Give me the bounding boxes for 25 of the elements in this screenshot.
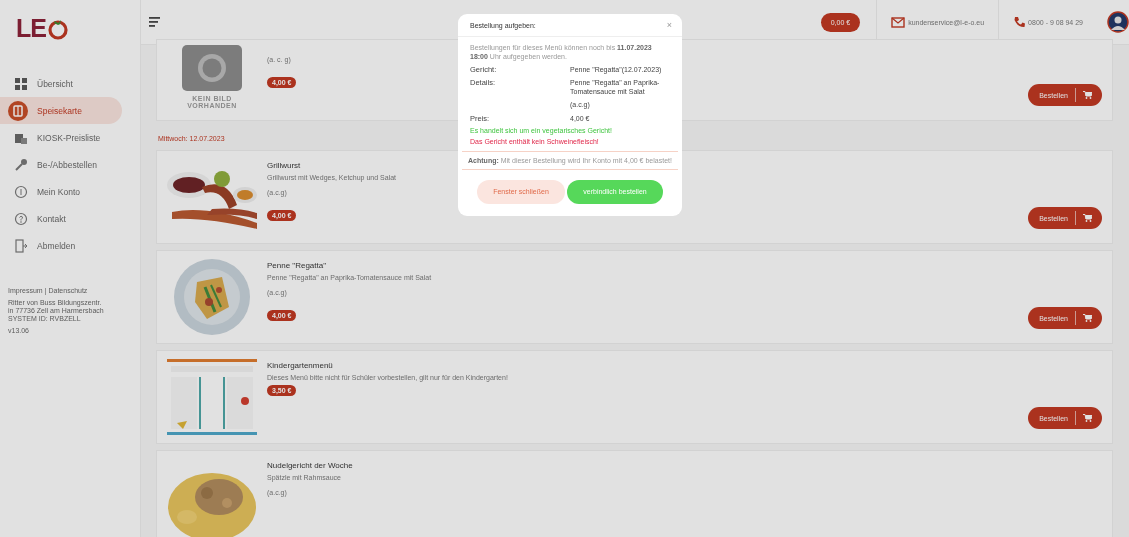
dish-title: Nudelgericht der Woche bbox=[267, 461, 353, 470]
wrench-icon bbox=[14, 157, 28, 172]
logo-text: LE bbox=[16, 16, 46, 40]
menu-icon bbox=[148, 16, 162, 28]
nav-item[interactable]: Kontakt bbox=[0, 205, 122, 232]
nav-item[interactable]: Abmelden bbox=[0, 232, 122, 259]
logout-icon bbox=[14, 238, 28, 253]
cart-icon bbox=[1083, 314, 1092, 322]
close-button[interactable]: × bbox=[666, 21, 672, 30]
cart-icon bbox=[1083, 214, 1092, 222]
nav-item[interactable]: Be-/Abbestellen bbox=[0, 151, 122, 178]
mail-icon bbox=[891, 16, 906, 28]
nav-item[interactable]: Speisekarte bbox=[0, 97, 122, 124]
help-icon bbox=[14, 211, 28, 226]
dish-title: Kindergartenmenü bbox=[267, 361, 333, 370]
nav-item[interactable]: KIOSK-Preisliste bbox=[0, 124, 122, 151]
nav-item[interactable]: Übersicht bbox=[0, 70, 122, 97]
cart-icon bbox=[1083, 91, 1092, 99]
camera-icon bbox=[182, 45, 242, 91]
cart-icon bbox=[1083, 414, 1092, 422]
nav-item[interactable]: Mein Konto bbox=[0, 178, 122, 205]
phone-icon bbox=[1013, 16, 1026, 28]
dish-title: Penne "Regatta" bbox=[267, 261, 327, 270]
dish-title: Grillwurst bbox=[267, 161, 301, 170]
grid-icon bbox=[14, 76, 28, 91]
